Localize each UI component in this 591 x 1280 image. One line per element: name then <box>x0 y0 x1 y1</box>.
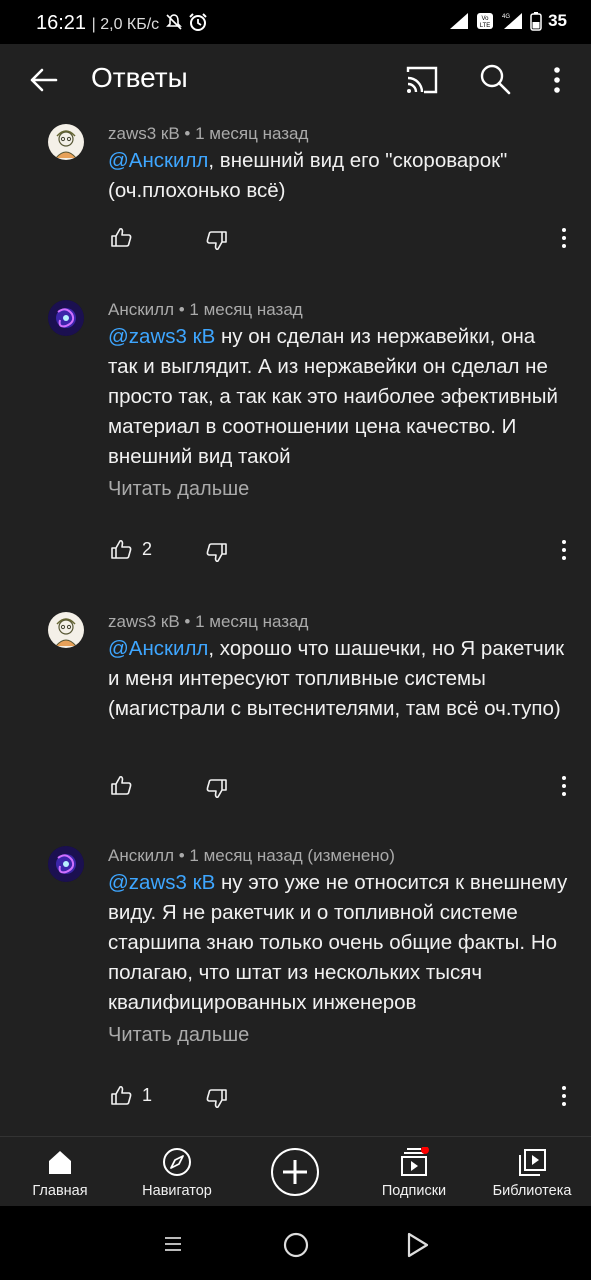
comment-author[interactable]: zaws3 кВ <box>108 612 180 631</box>
subscriptions-icon <box>401 1147 429 1176</box>
nav-subscriptions[interactable]: Подписки <box>374 1137 454 1207</box>
comment-time: 1 месяц назад (изменено) <box>189 846 395 865</box>
avatar[interactable] <box>48 612 84 648</box>
avatar-galaxy-icon <box>48 300 84 336</box>
comment-more-icon[interactable] <box>556 226 572 250</box>
alarm-icon <box>189 13 208 31</box>
svg-text:Vo: Vo <box>482 16 490 22</box>
nav-explore-label: Навигатор <box>142 1183 212 1199</box>
signal-4g-icon: 4G <box>502 13 523 29</box>
comment-meta: Анскилл • 1 месяц назад <box>108 300 303 319</box>
comment-text: @Анскилл, хорошо что шашечки, но Я ракет… <box>108 634 568 724</box>
like-icon[interactable] <box>110 774 132 796</box>
nav-home[interactable]: Главная <box>24 1137 96 1207</box>
search-icon[interactable] <box>478 62 512 96</box>
system-navigation-bar <box>0 1206 591 1280</box>
avatar[interactable] <box>48 846 84 882</box>
page-title: Ответы <box>91 62 188 93</box>
dislike-icon[interactable] <box>206 230 228 252</box>
battery-icon <box>530 12 542 31</box>
nav-library-label: Библиотека <box>492 1183 572 1199</box>
comment-time: 1 месяц назад <box>189 300 303 319</box>
back-arrow-icon[interactable] <box>26 62 62 98</box>
nav-library[interactable]: Библиотека <box>486 1137 578 1207</box>
clock: 16:21 <box>36 12 87 34</box>
menu-icon[interactable] <box>164 1236 182 1252</box>
avatar-drawing-icon <box>49 613 83 647</box>
comment-time: 1 месяц назад <box>195 124 309 143</box>
home-circle-icon[interactable] <box>283 1232 309 1258</box>
avatar[interactable] <box>48 124 84 160</box>
comment-author[interactable]: zaws3 кВ <box>108 124 180 143</box>
avatar-drawing-icon <box>49 125 83 159</box>
comment-more-icon[interactable] <box>556 538 572 562</box>
signal-icon <box>450 13 469 29</box>
create-plus-icon[interactable] <box>270 1147 320 1197</box>
status-bar: 16:21 | 2,0 КБ/с Vo LTE 4G 35 <box>0 0 591 44</box>
mention-link[interactable]: @Анскилл <box>108 149 208 172</box>
comment-text: @Анскилл, внешний вид его "скороварок" (… <box>108 146 568 206</box>
comment-meta: zaws3 кВ • 1 месяц назад <box>108 124 309 143</box>
network-speed: | 2,0 КБ/с <box>91 16 160 33</box>
comment-author[interactable]: Анскилл <box>108 300 174 319</box>
back-triangle-icon[interactable] <box>406 1232 430 1258</box>
comment-more-icon[interactable] <box>556 1084 572 1108</box>
replies-list: zaws3 кВ • 1 месяц назад @Анскилл, внешн… <box>0 114 591 1136</box>
status-time: 16:21 | 2,0 КБ/с <box>36 12 208 35</box>
like-icon[interactable] <box>110 538 132 560</box>
comment-text: @zaws3 кВ ну он сделан из нержавейки, он… <box>108 322 568 472</box>
read-more-button[interactable]: Читать дальше <box>108 478 249 501</box>
status-indicators: Vo LTE 4G 35 <box>448 11 567 31</box>
avatar[interactable] <box>48 300 84 336</box>
cast-icon[interactable] <box>404 64 440 96</box>
like-icon[interactable] <box>110 226 132 248</box>
svg-text:LTE: LTE <box>480 23 491 29</box>
bottom-navigation: Главная Навигатор Подписки Библиотека <box>0 1136 591 1207</box>
compass-icon <box>163 1148 191 1176</box>
comment-author[interactable]: Анскилл <box>108 846 174 865</box>
dislike-icon[interactable] <box>206 542 228 564</box>
mute-icon <box>165 14 182 30</box>
library-icon <box>519 1149 546 1176</box>
nav-home-label: Главная <box>32 1183 88 1199</box>
dislike-icon[interactable] <box>206 1088 228 1110</box>
app-bar: Ответы <box>0 44 591 114</box>
like-count: 2 <box>142 539 153 559</box>
mention-link[interactable]: @zaws3 кВ <box>108 325 215 348</box>
comment-time: 1 месяц назад <box>195 612 309 631</box>
avatar-galaxy-icon <box>48 846 84 882</box>
like-icon[interactable] <box>110 1084 132 1106</box>
comment-meta: Анскилл • 1 месяц назад (изменено) <box>108 846 395 865</box>
mention-link[interactable]: @Анскилл <box>108 637 208 660</box>
comment-more-icon[interactable] <box>556 774 572 798</box>
more-vert-icon[interactable] <box>545 62 569 98</box>
comment-meta: zaws3 кВ • 1 месяц назад <box>108 612 309 631</box>
nav-explore[interactable]: Навигатор <box>134 1137 220 1207</box>
nav-subscriptions-label: Подписки <box>381 1183 447 1199</box>
volte-icon: VoLTE <box>477 13 494 29</box>
like-count: 1 <box>142 1085 153 1105</box>
battery-level: 35 <box>548 11 567 30</box>
read-more-button[interactable]: Читать дальше <box>108 1024 249 1047</box>
mention-link[interactable]: @zaws3 кВ <box>108 871 215 894</box>
svg-text:4G: 4G <box>502 14 510 20</box>
dislike-icon[interactable] <box>206 778 228 800</box>
comment-text: @zaws3 кВ ну это уже не относится к внеш… <box>108 868 568 1018</box>
home-icon <box>49 1151 71 1174</box>
